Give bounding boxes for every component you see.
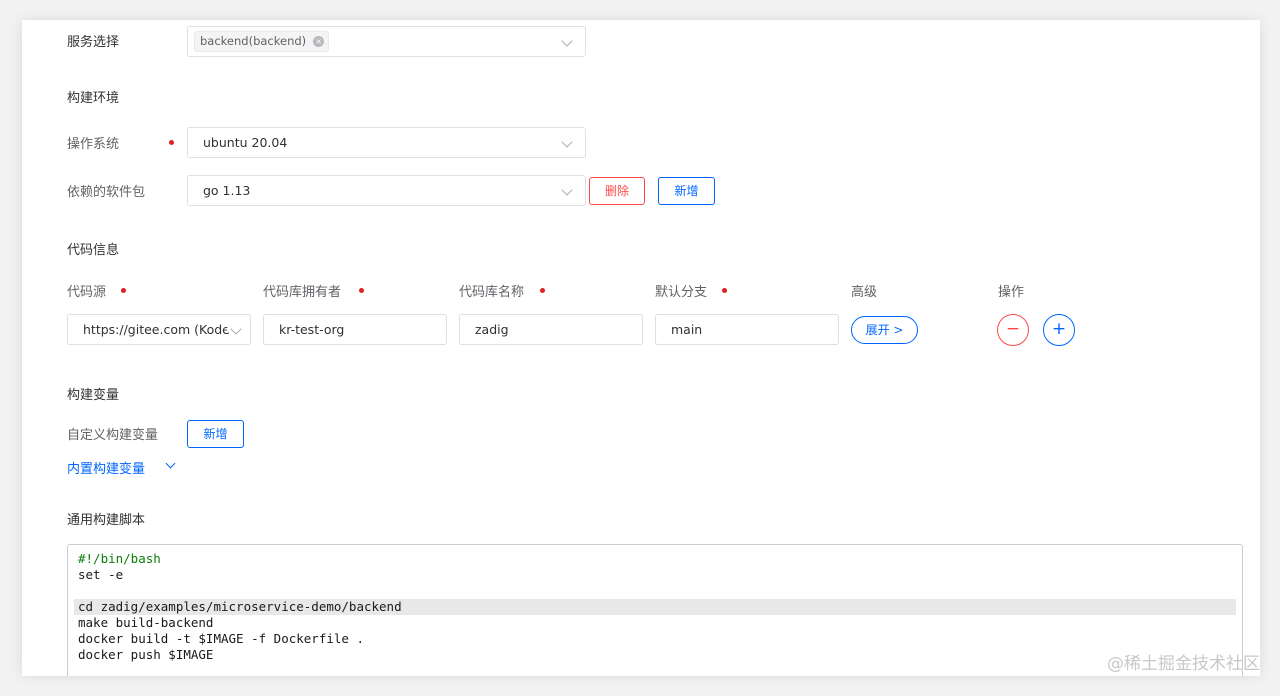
code-line: docker push $IMAGE [78, 647, 214, 662]
code-line: cd zadig/examples/microservice-demo/back… [78, 599, 402, 614]
delete-package-button[interactable]: 删除 [589, 177, 645, 205]
script-editor[interactable]: #!/bin/bash set -e cd zadig/examples/mic… [67, 544, 1243, 676]
repo-name-input[interactable]: zadig [459, 314, 643, 345]
tag-close-icon[interactable]: × [313, 36, 325, 47]
add-custom-var-button[interactable]: 新增 [187, 420, 244, 448]
code-source-select[interactable]: https://gitee.com (Kode [67, 314, 251, 345]
expand-advanced-button[interactable]: 展开 > [851, 316, 918, 344]
remove-repo-icon[interactable]: − [997, 314, 1029, 346]
deps-select[interactable]: go 1.13 [187, 175, 586, 206]
chevron-down-icon [165, 458, 176, 469]
col-header-repo: 代码库名称 [459, 285, 525, 300]
code-line: set -e [78, 567, 124, 582]
script-title: 通用构建脚本 [67, 513, 146, 528]
code-line: make build-backend [78, 615, 214, 630]
col-header-branch: 默认分支 [655, 285, 708, 300]
required-dot [540, 288, 545, 293]
service-select-label: 服务选择 [67, 35, 120, 50]
os-select[interactable]: ubuntu 20.04 [187, 127, 586, 158]
col-header-owner: 代码库拥有者 [263, 285, 342, 300]
col-header-actions: 操作 [998, 285, 1025, 300]
col-header-advanced: 高级 [851, 285, 878, 300]
build-vars-title: 构建变量 [67, 388, 120, 403]
required-dot [359, 288, 364, 293]
code-line: #!/bin/bash [78, 551, 161, 566]
deps-select-value: go 1.13 [203, 183, 251, 198]
service-tag: backend(backend) × [194, 31, 330, 52]
chevron-down-icon [561, 136, 573, 148]
service-tag-label: backend(backend) [200, 34, 307, 48]
build-env-title: 构建环境 [67, 91, 120, 106]
code-line: docker build -t $IMAGE -f Dockerfile . [78, 631, 364, 646]
builtin-vars-link: 内置构建变量 [67, 462, 146, 477]
deps-label: 依赖的软件包 [67, 185, 146, 200]
chevron-down-icon [561, 184, 573, 196]
watermark: @稀土掘金技术社区 [1107, 654, 1260, 674]
add-package-button[interactable]: 新增 [658, 177, 715, 205]
custom-vars-label: 自定义构建变量 [67, 428, 159, 443]
default-branch-value: main [671, 322, 703, 337]
chevron-down-icon [561, 35, 573, 47]
required-dot [121, 288, 126, 293]
code-info-title: 代码信息 [67, 243, 120, 258]
add-repo-icon[interactable]: + [1043, 314, 1075, 346]
required-dot [722, 288, 727, 293]
os-select-value: ubuntu 20.04 [203, 135, 288, 150]
os-label: 操作系统 [67, 137, 120, 152]
repo-owner-input[interactable]: kr-test-org [263, 314, 447, 345]
builtin-vars-toggle[interactable]: 内置构建变量 [67, 458, 176, 477]
default-branch-input[interactable]: main [655, 314, 839, 345]
repo-owner-value: kr-test-org [279, 322, 345, 337]
col-header-source: 代码源 [67, 285, 107, 300]
service-multiselect[interactable]: backend(backend) × [187, 26, 586, 57]
required-dot [169, 140, 174, 145]
chevron-down-icon [230, 323, 242, 335]
build-config-panel: 服务选择 backend(backend) × 构建环境 操作系统 ubuntu… [22, 20, 1260, 676]
repo-name-value: zadig [475, 322, 509, 337]
code-source-value: https://gitee.com (Kode [83, 322, 230, 337]
